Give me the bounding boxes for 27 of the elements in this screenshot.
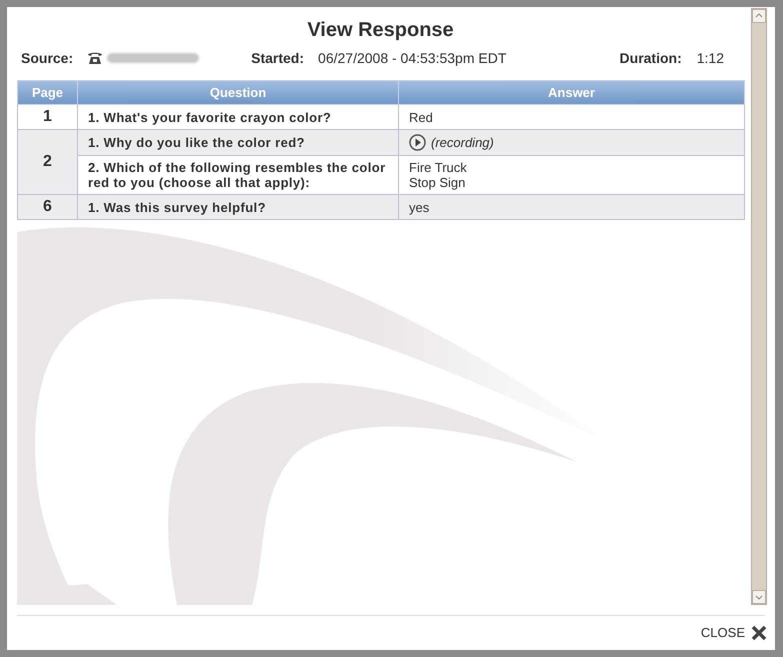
play-icon[interactable] bbox=[409, 134, 426, 151]
scroll-up-icon[interactable] bbox=[752, 9, 766, 23]
scrollbar[interactable] bbox=[751, 8, 767, 605]
source-label: Source: bbox=[21, 48, 74, 68]
recording-label: (recording) bbox=[431, 135, 494, 150]
close-icon bbox=[751, 625, 767, 641]
dialog-title: View Response bbox=[306, 18, 455, 42]
column-header: Answer bbox=[398, 80, 744, 104]
page-number-cell: 6 bbox=[18, 194, 78, 220]
close-button[interactable]: CLOSE bbox=[700, 623, 767, 643]
duration-value: 1:12 bbox=[696, 48, 724, 68]
duration-label: Duration: bbox=[620, 48, 682, 68]
answer-cell: Fire Truck Stop Sign bbox=[398, 156, 744, 194]
scroll-down-icon[interactable] bbox=[752, 590, 766, 604]
question-cell: 1. Why do you like the color red? bbox=[78, 130, 398, 156]
started-value: 06/27/2008 - 04:53:53pm EDT bbox=[318, 48, 506, 68]
telephone-icon bbox=[87, 51, 104, 65]
question-cell: 1. Was this survey helpful? bbox=[78, 194, 398, 220]
answer-cell: Red bbox=[398, 104, 744, 130]
answer-cell: yes bbox=[398, 194, 744, 220]
page-number-cell: 1 bbox=[18, 104, 78, 130]
started-label: Started: bbox=[251, 48, 304, 68]
column-header: Page bbox=[18, 80, 78, 104]
column-header: Question bbox=[78, 80, 398, 104]
page-number-cell: 2 bbox=[18, 130, 78, 194]
question-cell: 2. Which of the following resembles the color red to you (choose all that apply): bbox=[78, 156, 398, 194]
question-cell: 1. What's your favorite crayon color? bbox=[78, 104, 398, 130]
